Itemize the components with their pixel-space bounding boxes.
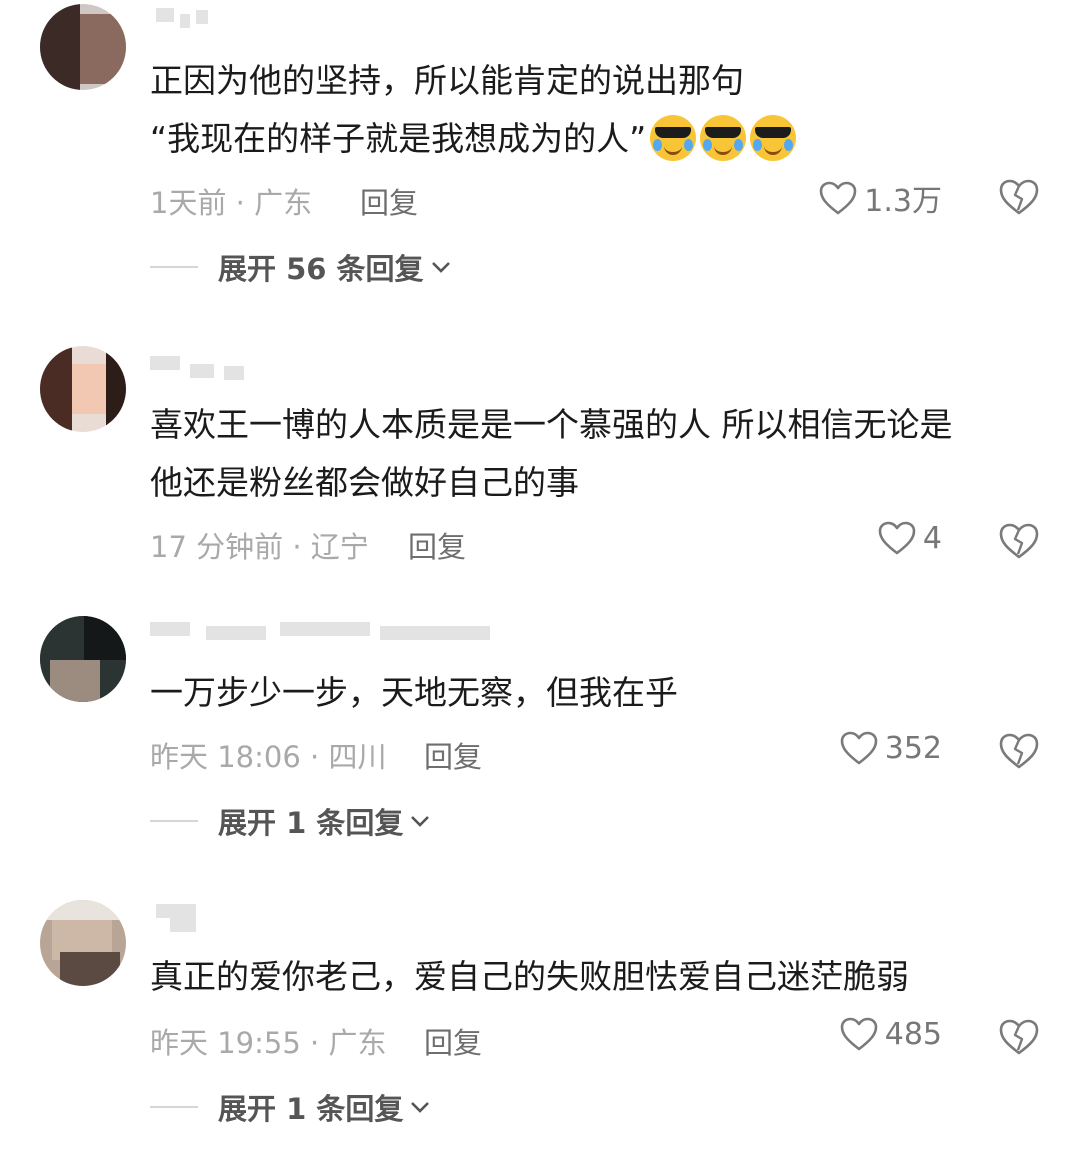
reply-button[interactable]: 回复	[424, 734, 482, 776]
chevron-down-icon	[411, 1102, 430, 1113]
divider	[150, 266, 198, 268]
comment-time-location: 17 分钟前 · 辽宁	[150, 530, 369, 564]
divider	[150, 820, 198, 822]
like-count: 4	[922, 520, 942, 556]
like-count: 485	[884, 1016, 942, 1052]
reply-button[interactable]: 回复	[424, 1020, 482, 1062]
comment-time-location: 昨天 19:55 · 广东	[150, 1026, 387, 1060]
avatar[interactable]	[40, 900, 126, 986]
reply-button[interactable]: 回复	[408, 524, 466, 566]
expand-replies-button[interactable]: 展开 1 条回复	[150, 800, 431, 842]
heart-outline-icon	[840, 1017, 878, 1051]
comment-time-location: 昨天 18:06 · 四川	[150, 740, 387, 774]
chevron-down-icon	[411, 816, 430, 827]
like-button[interactable]: 1.3万	[818, 176, 942, 220]
avatar[interactable]	[40, 4, 126, 90]
heart-outline-icon	[840, 731, 878, 765]
broken-heart-icon[interactable]	[998, 732, 1040, 770]
comment-text: 正因为他的坚持，所以能肯定的说出那句 “我现在的样子就是我想成为的人”	[150, 52, 797, 168]
like-button[interactable]: 485	[839, 1016, 942, 1052]
avatar[interactable]	[40, 346, 126, 432]
comment-text: 一万步少一步，天地无察，但我在乎	[150, 673, 678, 712]
reply-button[interactable]: 回复	[360, 180, 418, 222]
comment-text: 喜欢王一博的人本质是是一个慕强的人 所以相信无论是 他还是粉丝都会做好自己的事	[150, 405, 953, 502]
like-count: 352	[884, 730, 942, 766]
broken-heart-icon[interactable]	[998, 522, 1040, 560]
username-redacted[interactable]	[150, 8, 510, 42]
chevron-down-icon	[431, 262, 450, 273]
like-button[interactable]: 4	[877, 520, 942, 556]
cool-crying-emoji-icon	[700, 114, 747, 161]
like-button[interactable]: 352	[839, 730, 942, 766]
broken-heart-icon[interactable]	[998, 178, 1040, 216]
username-redacted[interactable]	[150, 622, 510, 656]
avatar[interactable]	[40, 616, 126, 702]
username-redacted[interactable]	[150, 904, 510, 938]
expand-replies-button[interactable]: 展开 56 条回复	[150, 246, 452, 288]
cool-crying-emoji-icon	[650, 114, 697, 161]
heart-outline-icon	[819, 181, 857, 215]
comment-time-location: 1天前 · 广东	[150, 186, 313, 220]
like-count: 1.3万	[864, 184, 942, 219]
broken-heart-icon[interactable]	[998, 1018, 1040, 1056]
comment-text: 真正的爱你老己，爱自己的失败胆怯爱自己迷茫脆弱	[150, 957, 909, 996]
divider	[150, 1106, 198, 1108]
heart-outline-icon	[878, 521, 916, 555]
username-redacted[interactable]	[150, 356, 510, 390]
cool-crying-emoji-icon	[750, 114, 797, 161]
expand-replies-button[interactable]: 展开 1 条回复	[150, 1086, 431, 1128]
